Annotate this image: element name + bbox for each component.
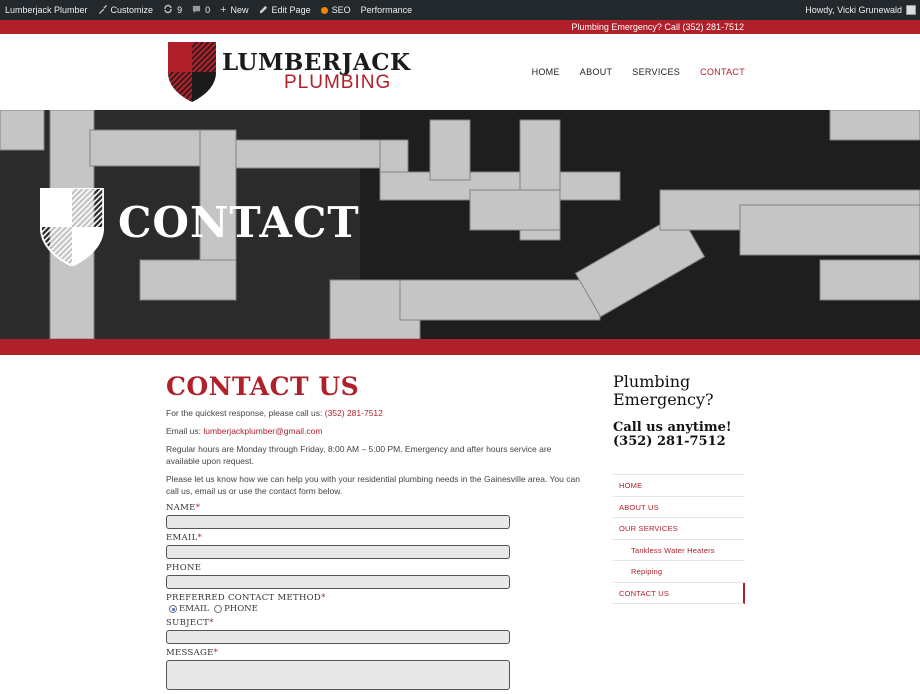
sidebar-title-line1: Plumbing [613,372,691,391]
contact-form: NAME* EMAIL* PHONE PREFERRED CONTACT MET… [166,503,586,690]
help-paragraph: Please let us know how we can help you w… [166,474,580,496]
hero-banner: CONTACT [0,110,920,339]
hero-red-band [0,339,920,355]
email-field[interactable] [166,545,510,559]
call-text: For the quickest response, please call u… [166,408,325,418]
radio-phone-label[interactable]: PHONE [224,604,258,614]
email-paragraph: Email us: lumberjackplumber@gmail.com [166,425,586,437]
nav-services[interactable]: SERVICES [632,67,680,77]
required-marker: * [213,648,219,658]
phone-label-text: PHONE [166,563,202,573]
admin-site-name[interactable]: Lumberjack Plumber [0,0,93,20]
name-field[interactable] [166,515,510,529]
sidebar-menu: HOME ABOUT US OUR SERVICES Tankless Wate… [613,474,745,604]
message-label-text: MESSAGE [166,648,214,658]
hero-shield-icon [40,188,104,266]
phone-link[interactable]: (352) 281-7512 [325,408,383,418]
shield-logo-icon [168,42,216,102]
phone-label: PHONE [166,563,586,573]
plus-icon: + [220,4,227,16]
message-field[interactable] [166,660,510,690]
logo-text-line2: PLUMBING [284,72,392,93]
nav-about[interactable]: ABOUT [580,67,613,77]
admin-new[interactable]: + New [215,0,253,20]
seo-label: SEO [331,5,351,15]
email-link[interactable]: lumberjackplumber@gmail.com [203,426,322,436]
new-label: New [230,5,249,15]
site-logo[interactable]: LUMBERJACK PLUMBING [168,42,410,102]
updates-count: 9 [177,5,183,15]
nav-contact[interactable]: CONTACT [700,67,745,77]
sidebar-item-repiping[interactable]: Repiping [613,561,745,583]
sidebar-item-services[interactable]: OUR SERVICES [613,518,745,540]
phone-field[interactable] [166,575,510,589]
sidebar-item-home[interactable]: HOME [613,475,745,497]
radio-phone[interactable] [214,605,223,613]
admin-seo[interactable]: SEO [316,0,356,20]
brush-icon [98,4,107,16]
contact-method-label-text: PREFERRED CONTACT METHOD [166,593,322,603]
edit-page-label: Edit Page [271,5,311,15]
radio-email[interactable] [169,605,177,613]
admin-updates[interactable]: 9 [158,0,187,20]
admin-comments[interactable]: 0 [187,0,215,20]
emergency-text[interactable]: Plumbing Emergency? Call (352) 281-7512 [571,22,744,32]
comment-icon [192,5,201,16]
sidebar-title-line2: Emergency? [613,390,714,409]
required-marker: * [209,618,214,628]
required-marker: * [321,593,326,603]
main-content: CONTACT US For the quickest response, pl… [166,372,586,694]
performance-label: Performance [360,5,413,15]
site-name-label: Lumberjack Plumber [5,5,88,15]
sidebar-item-contact[interactable]: CONTACT US [613,582,745,604]
updates-icon [163,4,173,16]
sidebar-item-tankless[interactable]: Tankless Water Heaters [613,540,745,561]
hours-paragraph: Regular hours are Monday through Friday,… [166,444,552,466]
admin-customize[interactable]: Customize [93,0,159,20]
radio-email-label[interactable]: EMAIL [179,604,209,614]
call-paragraph: For the quickest response, please call u… [166,407,586,419]
sidebar: Plumbing Emergency? Call us anytime! (35… [613,373,745,449]
howdy-label: Howdy, Vicki Grunewald [805,5,902,15]
admin-bar: Lumberjack Plumber Customize 9 0 + New E… [0,0,920,20]
message-label: MESSAGE* [166,648,586,658]
subject-label-text: SUBJECT [166,618,210,628]
admin-performance[interactable]: Performance [356,0,418,20]
hero-title: CONTACT [118,198,360,247]
site-header: LUMBERJACK PLUMBING HOME ABOUT SERVICES … [0,34,920,110]
sidebar-item-about[interactable]: ABOUT US [613,497,745,518]
nav-home[interactable]: HOME [532,67,560,77]
subject-field[interactable] [166,630,510,644]
customize-label: Customize [110,5,154,15]
page-heading: CONTACT US [166,372,360,401]
required-marker: * [195,503,201,513]
contact-method-label: PREFERRED CONTACT METHOD* [166,593,586,603]
subject-label: SUBJECT* [166,618,586,628]
emergency-bar: Plumbing Emergency? Call (352) 281-7512 [0,20,920,34]
seo-dot-icon [320,6,328,14]
sidebar-call-phone[interactable]: (352) 281-7512 [613,435,745,449]
sidebar-call-line1: Call us anytime! [613,420,732,435]
admin-account[interactable]: Howdy, Vicki Grunewald [800,0,920,20]
contact-method-group: EMAIL PHONE [169,604,586,614]
comments-count: 0 [205,5,211,15]
pencil-icon [259,5,268,16]
email-label-text: EMAIL [166,533,198,543]
main-nav: HOME ABOUT SERVICES CONTACT [532,67,745,77]
email-label: EMAIL* [166,533,586,543]
email-text: Email us: [166,426,204,436]
avatar [906,5,916,15]
name-label: NAME* [166,503,586,513]
name-label-text: NAME [166,503,196,513]
admin-edit-page[interactable]: Edit Page [254,0,316,20]
required-marker: * [197,533,203,543]
